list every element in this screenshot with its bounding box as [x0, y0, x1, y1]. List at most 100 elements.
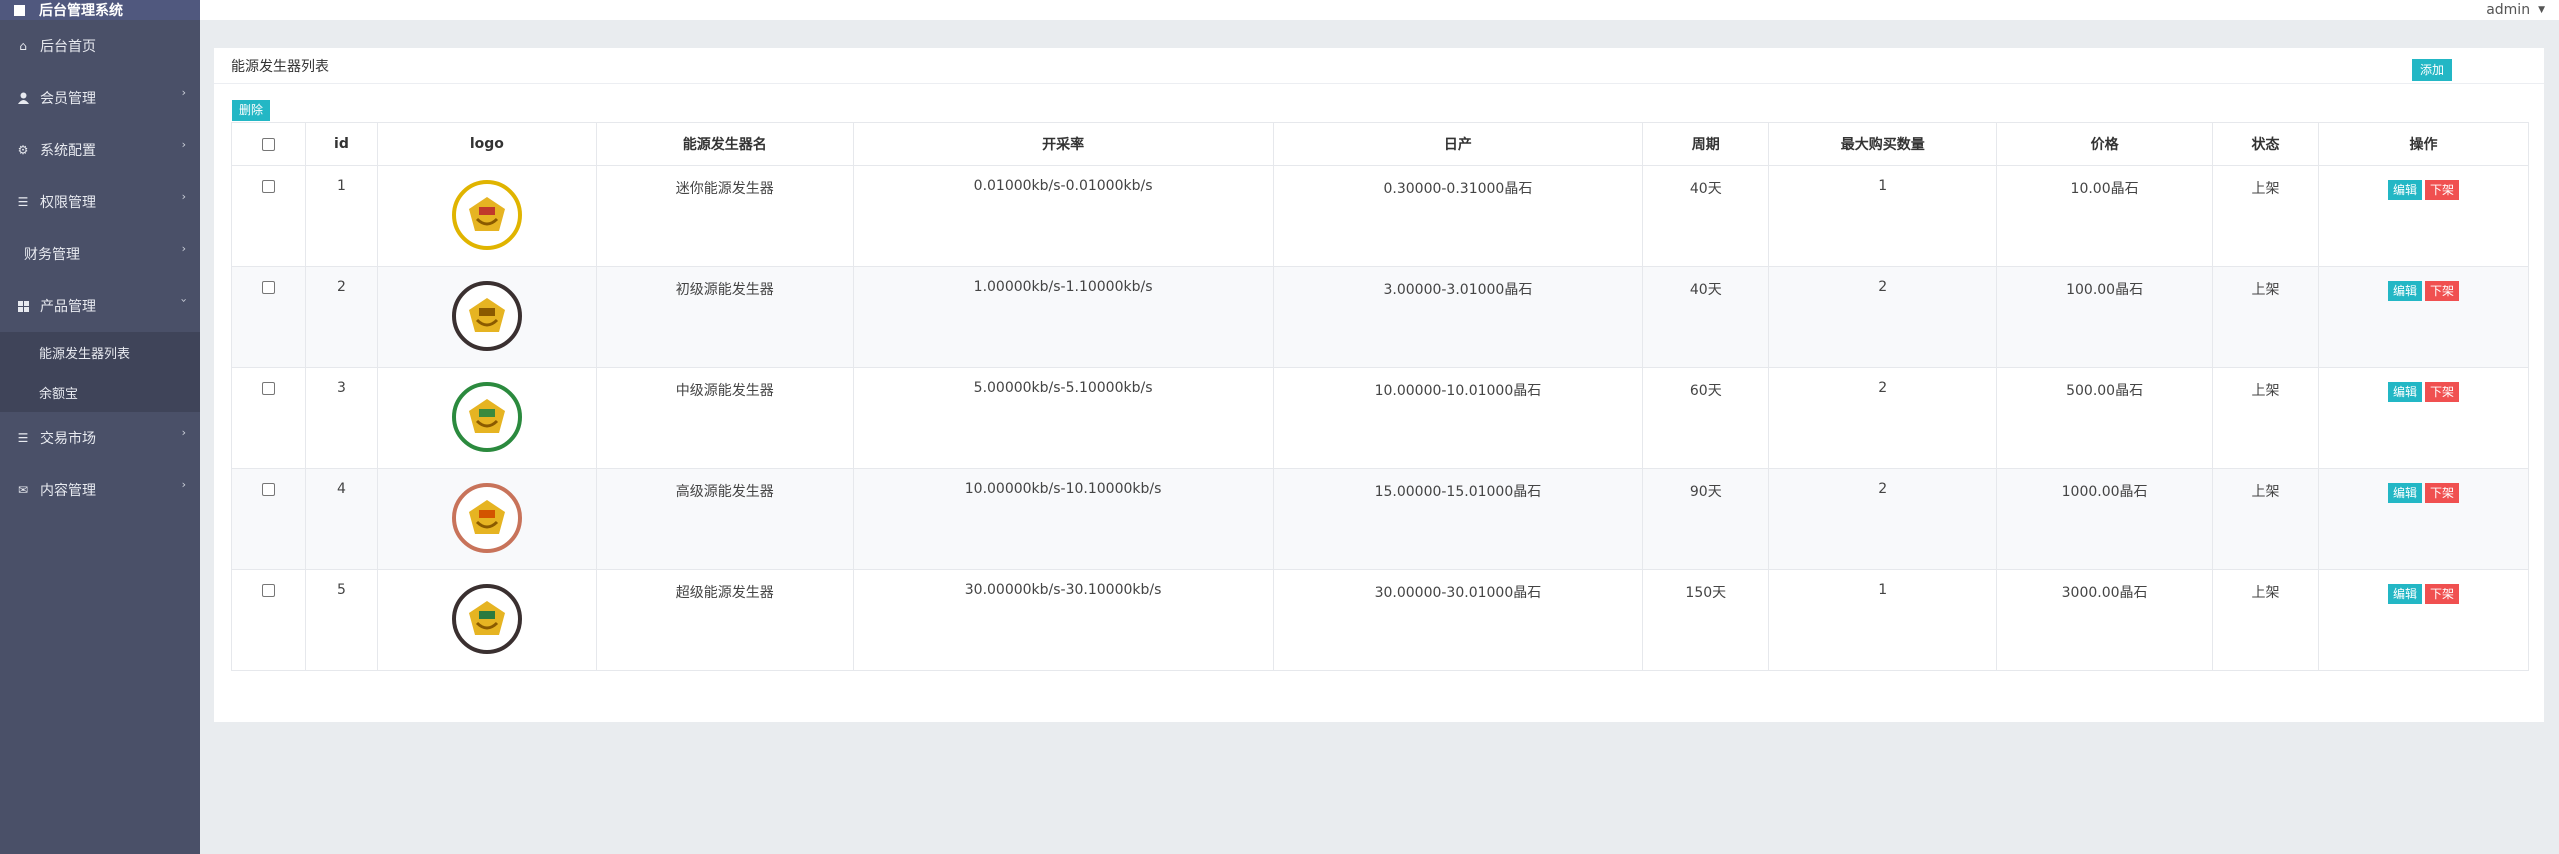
generator-logo [451, 281, 522, 351]
cell-status: 上架 [2212, 266, 2319, 368]
column-header: 开采率 [852, 122, 1274, 166]
sidebar-item-label: 交易市场 [40, 431, 96, 447]
sidebar-item-market[interactable]: ☰ 交易市场 › [0, 412, 200, 464]
sidebar-item-label: 后台首页 [40, 39, 96, 55]
sidebar-item-label: 权限管理 [40, 195, 96, 211]
cell-name: 初级源能发生器 [595, 266, 854, 368]
row-checkbox[interactable] [261, 583, 275, 597]
row-checkbox[interactable] [261, 179, 275, 193]
sidebar-nav: ⌂ 后台首页 会员管理 › ⚙ 系统配置 › ☰ 权限管理 › 财务管理 › 产… [0, 20, 200, 516]
cell-price: 1000.00晶石 [1996, 468, 2214, 570]
sidebar-item-label: 内容管理 [40, 483, 96, 499]
row-checkbox[interactable] [261, 482, 275, 496]
sidebar-subitem-generators[interactable]: 能源发生器列表 [0, 332, 200, 372]
sidebar: 后台管理系统 ⌂ 后台首页 会员管理 › ⚙ 系统配置 › ☰ 权限管理 › 财… [0, 0, 200, 854]
cell-daily: 0.30000-0.31000晶石 [1272, 165, 1644, 267]
row-checkbox[interactable] [261, 381, 275, 395]
edit-button[interactable]: 编辑 [2387, 382, 2422, 402]
chevron-right-icon: › [181, 190, 186, 203]
sidebar-item-permissions[interactable]: ☰ 权限管理 › [0, 176, 200, 228]
cell-cycle: 150天 [1642, 569, 1770, 671]
row-select-cell [231, 266, 306, 368]
cell-name: 高级源能发生器 [595, 468, 854, 570]
edit-button[interactable]: 编辑 [2387, 584, 2422, 604]
sidebar-item-label: 产品管理 [40, 299, 96, 315]
column-header: 最大购买数量 [1768, 122, 1998, 166]
cell-actions: 编辑 下架 [2317, 165, 2530, 267]
user-menu[interactable]: admin ▼ [2486, 0, 2545, 20]
sidebar-item-home[interactable]: ⌂ 后台首页 [0, 20, 200, 72]
table-row: 2 初级源能发生器 1.00000kb/s-1.10000kb/s 3.0000… [231, 266, 2530, 368]
sidebar-item-members[interactable]: 会员管理 › [0, 72, 200, 124]
cell-rate: 1.00000kb/s-1.10000kb/s [852, 266, 1274, 368]
cell-name: 中级源能发生器 [595, 367, 854, 469]
cell-rate: 10.00000kb/s-10.10000kb/s [852, 468, 1274, 570]
row-select-cell [231, 569, 306, 671]
generator-logo [451, 382, 522, 452]
page-title: 能源发生器列表 [231, 58, 329, 75]
list-icon: ☰ [17, 195, 29, 209]
cell-logo [376, 468, 597, 570]
delete-button[interactable]: 删除 [232, 100, 271, 121]
sidebar-item-content[interactable]: ✉ 内容管理 › [0, 464, 200, 516]
column-header: logo [376, 122, 597, 166]
add-button[interactable]: 添加 [2412, 59, 2453, 81]
cell-max: 2 [1768, 266, 1998, 368]
take-down-button[interactable]: 下架 [2424, 382, 2459, 402]
chevron-right-icon: › [181, 138, 186, 151]
column-header: 周期 [1642, 122, 1770, 166]
cell-rate: 0.01000kb/s-0.01000kb/s [852, 165, 1274, 267]
row-checkbox[interactable] [261, 280, 275, 294]
cell-id: 4 [304, 468, 378, 570]
sidebar-item-products[interactable]: 产品管理 › [0, 280, 200, 332]
cell-price: 500.00晶石 [1996, 367, 2214, 469]
cell-id: 2 [304, 266, 378, 368]
cell-cycle: 40天 [1642, 165, 1770, 267]
chevron-right-icon: › [181, 478, 186, 491]
user-icon [16, 91, 30, 105]
cell-actions: 编辑 下架 [2317, 468, 2530, 570]
sidebar-item-system-config[interactable]: ⚙ 系统配置 › [0, 124, 200, 176]
column-header: id [304, 122, 378, 166]
edit-button[interactable]: 编辑 [2387, 483, 2422, 503]
select-all-cell [231, 122, 306, 166]
cell-price: 10.00晶石 [1996, 165, 2214, 267]
cell-id: 3 [304, 367, 378, 469]
take-down-button[interactable]: 下架 [2424, 584, 2459, 604]
column-header: 状态 [2212, 122, 2319, 166]
take-down-button[interactable]: 下架 [2424, 180, 2459, 200]
cell-cycle: 60天 [1642, 367, 1770, 469]
cell-max: 1 [1768, 569, 1998, 671]
cell-logo [376, 569, 597, 671]
cell-id: 5 [304, 569, 378, 671]
sidebar-subitem-yuebao[interactable]: 余额宝 [0, 372, 200, 412]
cell-logo [376, 165, 597, 267]
cell-actions: 编辑 下架 [2317, 569, 2530, 671]
cell-daily: 30.00000-30.01000晶石 [1272, 569, 1644, 671]
select-all-checkbox[interactable] [261, 137, 275, 151]
cell-max: 2 [1768, 468, 1998, 570]
column-header: 日产 [1272, 122, 1644, 166]
gears-icon: ⚙ [17, 143, 29, 157]
sidebar-item-finance[interactable]: 财务管理 › [0, 228, 200, 280]
edit-button[interactable]: 编辑 [2387, 180, 2422, 200]
edit-button[interactable]: 编辑 [2387, 281, 2422, 301]
cell-status: 上架 [2212, 569, 2319, 671]
chevron-right-icon: › [181, 242, 186, 255]
cell-name: 迷你能源发生器 [595, 165, 854, 267]
panel-header: 能源发生器列表 [214, 48, 2544, 84]
home-icon: ⌂ [19, 39, 27, 53]
brand-title: 后台管理系统 [39, 3, 123, 19]
cell-price: 100.00晶石 [1996, 266, 2214, 368]
cell-daily: 15.00000-15.01000晶石 [1272, 468, 1644, 570]
chevron-right-icon: › [181, 426, 186, 439]
chevron-right-icon: › [181, 86, 186, 99]
cell-max: 1 [1768, 165, 1998, 267]
table-row: 1 迷你能源发生器 0.01000kb/s-0.01000kb/s 0.3000… [231, 165, 2530, 267]
cell-status: 上架 [2212, 468, 2319, 570]
cell-cycle: 90天 [1642, 468, 1770, 570]
caret-down-icon: ▼ [2538, 5, 2545, 15]
take-down-button[interactable]: 下架 [2424, 281, 2459, 301]
take-down-button[interactable]: 下架 [2424, 483, 2459, 503]
table-row: 5 超级能源发生器 30.00000kb/s-30.10000kb/s 30.0… [231, 569, 2530, 671]
